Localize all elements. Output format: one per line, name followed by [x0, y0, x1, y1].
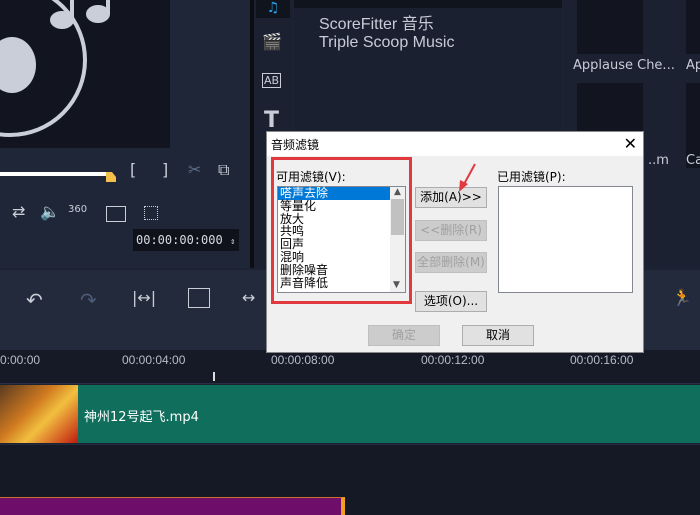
- thumbnail-label: Ap: [686, 58, 700, 73]
- preview-screen: [0, 0, 170, 148]
- copy-icon[interactable]: ⧉: [218, 160, 229, 180]
- undo-icon[interactable]: ↶: [26, 288, 43, 312]
- scroll-up-icon[interactable]: ▲: [390, 187, 405, 197]
- ok-button[interactable]: 确定: [368, 325, 440, 346]
- thumbnail-label: ..m: [648, 153, 669, 168]
- scrub-bar[interactable]: [0, 172, 108, 176]
- scissors-icon[interactable]: ✂: [188, 160, 201, 179]
- ruler-label: 0:00:00: [0, 353, 41, 367]
- scrollbar[interactable]: ▲ ▼: [390, 187, 405, 292]
- ruler-label: 00:00:16:00: [570, 353, 634, 367]
- filter-item[interactable]: 等量化: [278, 200, 405, 213]
- transition-icon[interactable]: 🎬: [262, 32, 282, 51]
- thumbnail[interactable]: [577, 0, 643, 54]
- filter-item[interactable]: 删除噪音: [278, 264, 405, 277]
- filter-item[interactable]: 嗒声去除: [278, 187, 391, 200]
- preview-panel: [ ] ✂ ⧉ ⇄ 🔈 360 00:00:00:000 ⇕: [0, 0, 250, 268]
- audio-filter-dialog: 音频滤镜 ✕ 可用滤镜(V): 嗒声去除 等量化 放大 共鸣 回声 混响 删除噪音 声音降低 …: [266, 131, 644, 353]
- repeat-icon[interactable]: ⇄: [12, 202, 25, 221]
- clip-thumbnail: [0, 385, 78, 443]
- audio-clip[interactable]: [0, 497, 345, 515]
- mark-in-icon[interactable]: [: [130, 160, 136, 179]
- remove-all-button[interactable]: 全部删除(M): [415, 252, 487, 273]
- applied-filters-label: 已用滤镜(P):: [497, 170, 566, 184]
- redo-icon[interactable]: ↷: [80, 288, 97, 312]
- dialog-title: 音频滤镜: [271, 138, 320, 152]
- filter-item[interactable]: 混响: [278, 251, 405, 264]
- scroll-down-icon[interactable]: ▼: [393, 280, 400, 290]
- dialog-title-bar: 音频滤镜: [267, 132, 643, 156]
- title-icon[interactable]: AB: [262, 73, 282, 88]
- options-button[interactable]: 选项(O)...: [415, 291, 487, 312]
- playhead-marker[interactable]: [213, 372, 215, 381]
- aspect-icon[interactable]: [106, 206, 126, 222]
- text-icon[interactable]: T: [264, 108, 279, 133]
- nav-item-triple-scoop[interactable]: Triple Scoop Music: [319, 34, 454, 52]
- split-icon[interactable]: ↔: [242, 288, 255, 307]
- available-filters-list[interactable]: 嗒声去除 等量化 放大 共鸣 回声 混响 删除噪音 声音降低 ▲ ▼: [277, 186, 406, 293]
- mark-out-icon[interactable]: ]: [162, 160, 168, 179]
- available-filters-label: 可用滤镜(V):: [276, 170, 346, 184]
- ruler-label: 00:00:12:00: [421, 353, 485, 367]
- motion-icon[interactable]: 🏃: [672, 288, 692, 307]
- music-disc-icon: [0, 0, 110, 137]
- nav-item-scorefitter[interactable]: ScoreFitter 音乐: [319, 10, 434, 34]
- thumbnail-label: Ca: [686, 153, 700, 168]
- 360-icon[interactable]: 360: [68, 204, 87, 215]
- red-arrow-annotation: [459, 163, 476, 192]
- thumbnail[interactable]: [686, 0, 700, 54]
- fit-icon[interactable]: |↔|: [132, 288, 156, 307]
- close-icon[interactable]: ✕: [624, 134, 637, 153]
- expand-icon[interactable]: [188, 288, 210, 308]
- crop-icon[interactable]: [144, 206, 158, 220]
- thumbnail-label: Applause Che...: [573, 58, 675, 73]
- filter-item[interactable]: 声音降低: [278, 276, 405, 290]
- remove-button[interactable]: <<删除(R): [415, 220, 487, 241]
- ruler-label: 00:00:04:00: [122, 353, 186, 367]
- nav-item-selected[interactable]: [294, 0, 562, 8]
- cancel-button[interactable]: 取消: [462, 325, 534, 346]
- scroll-thumb[interactable]: [391, 199, 404, 235]
- audio-library-icon[interactable]: ♫: [256, 0, 290, 18]
- clip-name: 神州12号起飞.mp4: [84, 410, 199, 425]
- playhead-handle[interactable]: [106, 172, 116, 182]
- applied-filters-list[interactable]: [498, 186, 633, 293]
- timecode-field[interactable]: 00:00:00:000 ⇕: [133, 229, 239, 251]
- ruler-label: 00:00:08:00: [271, 353, 335, 367]
- volume-icon[interactable]: 🔈: [40, 202, 60, 221]
